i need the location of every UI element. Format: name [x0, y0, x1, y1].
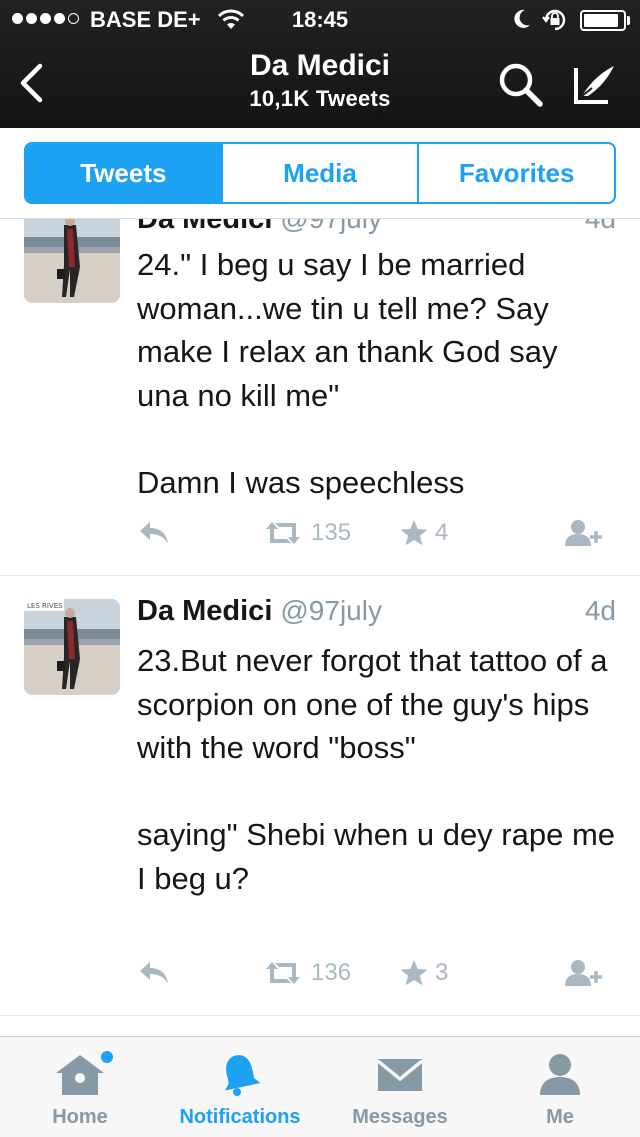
avatar[interactable]: LES RIVES	[24, 599, 120, 695]
battery-icon	[580, 10, 626, 31]
tab-label: Messages	[352, 1106, 448, 1128]
author-name[interactable]: Da Medici	[137, 595, 272, 627]
author-name[interactable]: Da Medici	[137, 219, 272, 235]
tab-home[interactable]: Home	[0, 1037, 160, 1137]
add-user-icon	[565, 520, 602, 546]
avatar-sign-text: LES RIVES	[27, 602, 63, 610]
star-icon	[400, 960, 428, 986]
tab-label: Notifications	[179, 1106, 301, 1128]
retweet-button[interactable]: 135	[263, 519, 351, 547]
segmented-control: Tweets Media Favorites	[24, 142, 616, 204]
tab-messages[interactable]: Messages	[320, 1037, 480, 1137]
search-button[interactable]	[496, 60, 548, 110]
do-not-disturb-icon	[512, 8, 532, 36]
tab-tweets[interactable]: Tweets	[26, 144, 221, 202]
follow-button[interactable]	[563, 959, 603, 987]
bottom-tab-bar: Home Notifications Messages Me	[0, 1036, 640, 1137]
compose-icon	[574, 66, 614, 104]
favorite-button[interactable]: 4	[399, 519, 448, 547]
home-notification-dot	[101, 1051, 113, 1063]
tweet-header: Da Medici @97july 4d	[137, 595, 616, 631]
tweet-time: 4d	[585, 219, 616, 235]
retweet-count: 135	[311, 519, 352, 546]
avatar[interactable]	[24, 219, 120, 303]
tweet-actions: 135 4	[137, 519, 617, 559]
status-bar: BASE DE+ 18:45	[0, 0, 640, 40]
reply-icon	[140, 522, 168, 543]
reply-button[interactable]	[137, 519, 171, 545]
favorite-count: 3	[435, 959, 449, 986]
retweet-count: 136	[311, 959, 352, 986]
tab-me[interactable]: Me	[480, 1037, 640, 1137]
tweet-item[interactable]: Da Medici @97july 4d 24." I beg u say I b…	[0, 219, 640, 576]
favorite-count: 4	[435, 519, 449, 546]
tweet-item[interactable]: LES RIVES Da Medici @97july 4d 23.But nev…	[0, 575, 640, 1016]
person-icon	[537, 1051, 583, 1102]
tweet-text: 24." I beg u say I be married woman...we…	[137, 247, 558, 500]
tab-favorites[interactable]: Favorites	[417, 144, 614, 202]
reply-icon	[140, 962, 168, 983]
retweet-icon	[266, 962, 300, 984]
tweet-text: 23.But never forgot that tattoo of a sco…	[137, 643, 616, 896]
retweet-button[interactable]: 136	[263, 959, 351, 987]
rotation-lock-icon	[542, 8, 568, 38]
tweet-timeline[interactable]: Da Medici @97july 4d 24." I beg u say I b…	[0, 219, 640, 1036]
profile-tabs-bar: Tweets Media Favorites	[0, 128, 640, 219]
home-icon	[52, 1051, 108, 1102]
tweet-actions: 136 3	[137, 959, 617, 999]
navigation-header: BASE DE+ 18:45 Da Medici 10,1K Tweets	[0, 0, 640, 128]
add-user-icon	[565, 960, 602, 986]
favorite-button[interactable]: 3	[399, 959, 448, 987]
bell-icon	[217, 1051, 263, 1102]
star-icon	[400, 520, 428, 546]
tab-label: Me	[546, 1106, 574, 1128]
author-handle[interactable]: @97july	[280, 219, 382, 234]
compose-button[interactable]	[568, 60, 620, 110]
reply-button[interactable]	[137, 959, 171, 985]
tab-label: Home	[52, 1106, 108, 1128]
tweet-header: Da Medici @97july 4d	[137, 219, 616, 239]
tab-notifications[interactable]: Notifications	[160, 1037, 320, 1137]
follow-button[interactable]	[563, 519, 603, 547]
envelope-icon	[375, 1051, 425, 1102]
author-handle[interactable]: @97july	[280, 595, 382, 626]
retweet-icon	[266, 522, 300, 544]
search-icon	[499, 63, 543, 107]
tweet-time: 4d	[584, 595, 616, 626]
tab-media[interactable]: Media	[220, 144, 418, 202]
